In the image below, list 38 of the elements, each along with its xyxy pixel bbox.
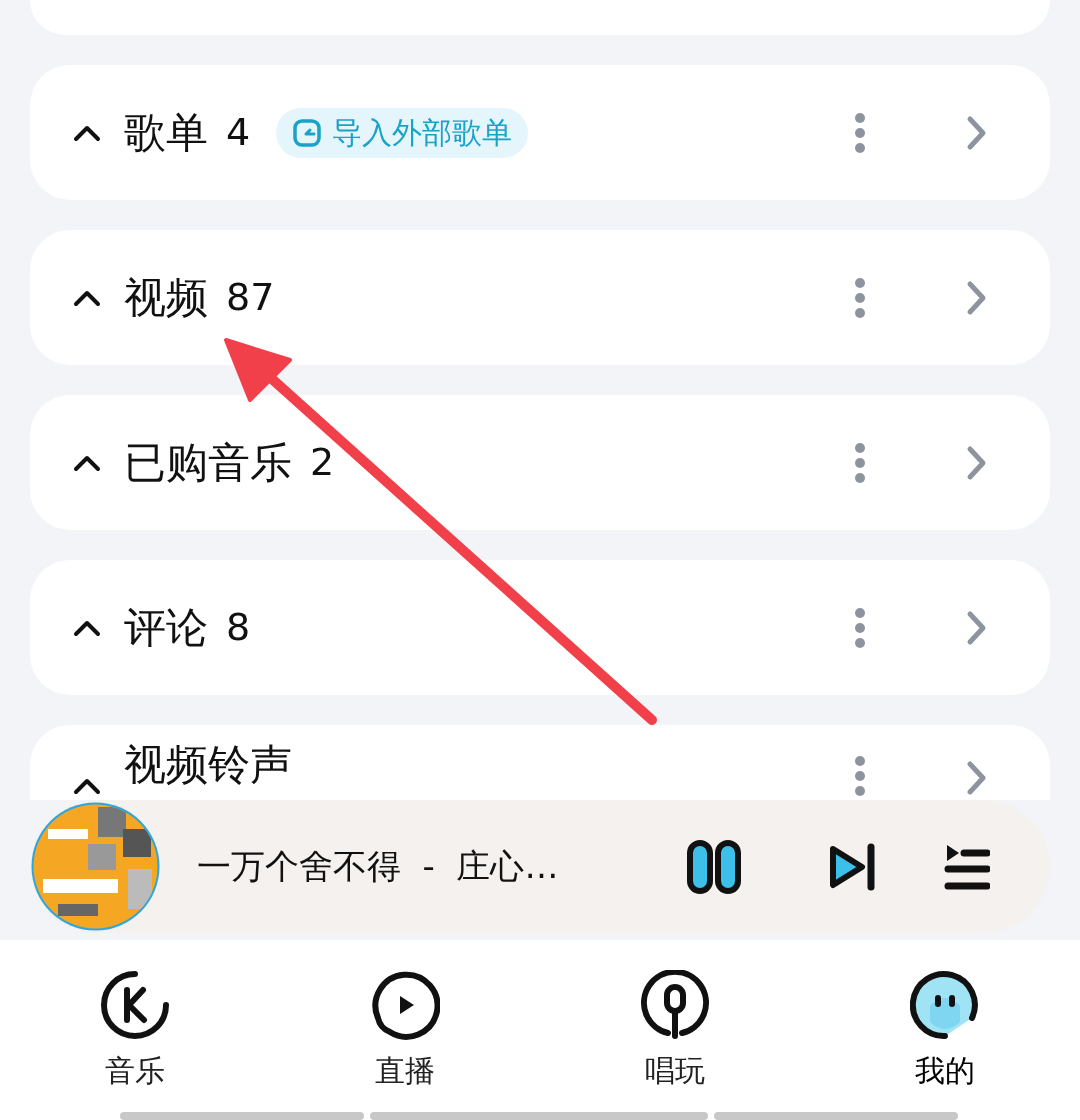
play-bubble-icon bbox=[370, 970, 440, 1040]
section-count: 2 bbox=[310, 439, 335, 486]
section-title: 歌单 bbox=[124, 107, 208, 159]
nav-tab[interactable]: 直播 bbox=[270, 940, 540, 1112]
section-card[interactable]: 视频铃声 bbox=[30, 725, 1050, 800]
more-icon[interactable] bbox=[854, 277, 866, 318]
more-icon[interactable] bbox=[854, 112, 866, 153]
section-card[interactable]: 歌单 4 导入外部歌单 bbox=[30, 65, 1050, 200]
section-count: 8 bbox=[226, 604, 251, 651]
k-circle-icon bbox=[100, 970, 170, 1040]
section-card[interactable]: 评论 8 bbox=[30, 560, 1050, 695]
more-icon[interactable] bbox=[854, 607, 866, 648]
section-title: 评论 bbox=[124, 602, 208, 654]
more-icon[interactable] bbox=[854, 756, 866, 796]
pause-icon[interactable] bbox=[686, 838, 742, 895]
section-title: 视频 bbox=[124, 272, 208, 324]
import-icon bbox=[292, 117, 323, 148]
nav-tab[interactable]: 唱玩 bbox=[540, 940, 810, 1112]
chevron-right-icon[interactable] bbox=[966, 114, 988, 151]
chevron-up-icon[interactable] bbox=[72, 776, 102, 796]
more-icon[interactable] bbox=[854, 442, 866, 483]
section-count: 87 bbox=[226, 274, 275, 321]
section-title: 已购音乐 bbox=[124, 437, 292, 489]
mini-player[interactable]: 一万个舍不得 - 庄心… bbox=[30, 800, 1050, 933]
section-count: 4 bbox=[226, 109, 251, 156]
chevron-right-icon[interactable] bbox=[966, 760, 988, 796]
nav-tab[interactable]: 我的 bbox=[810, 940, 1080, 1112]
face-icon bbox=[910, 970, 980, 1040]
section-card[interactable]: 视频 87 bbox=[30, 230, 1050, 365]
microphone-icon bbox=[640, 970, 710, 1040]
section-title: 视频铃声 bbox=[124, 739, 292, 791]
section-card[interactable]: 已购音乐 2 bbox=[30, 395, 1050, 530]
chevron-right-icon[interactable] bbox=[966, 444, 988, 481]
chevron-right-icon[interactable] bbox=[966, 279, 988, 316]
song-title: 一万个舍不得 - 庄心… bbox=[197, 845, 559, 888]
chevron-right-icon[interactable] bbox=[966, 609, 988, 646]
next-track-icon[interactable] bbox=[828, 842, 878, 891]
nav-tab[interactable]: 音乐 bbox=[0, 940, 270, 1112]
